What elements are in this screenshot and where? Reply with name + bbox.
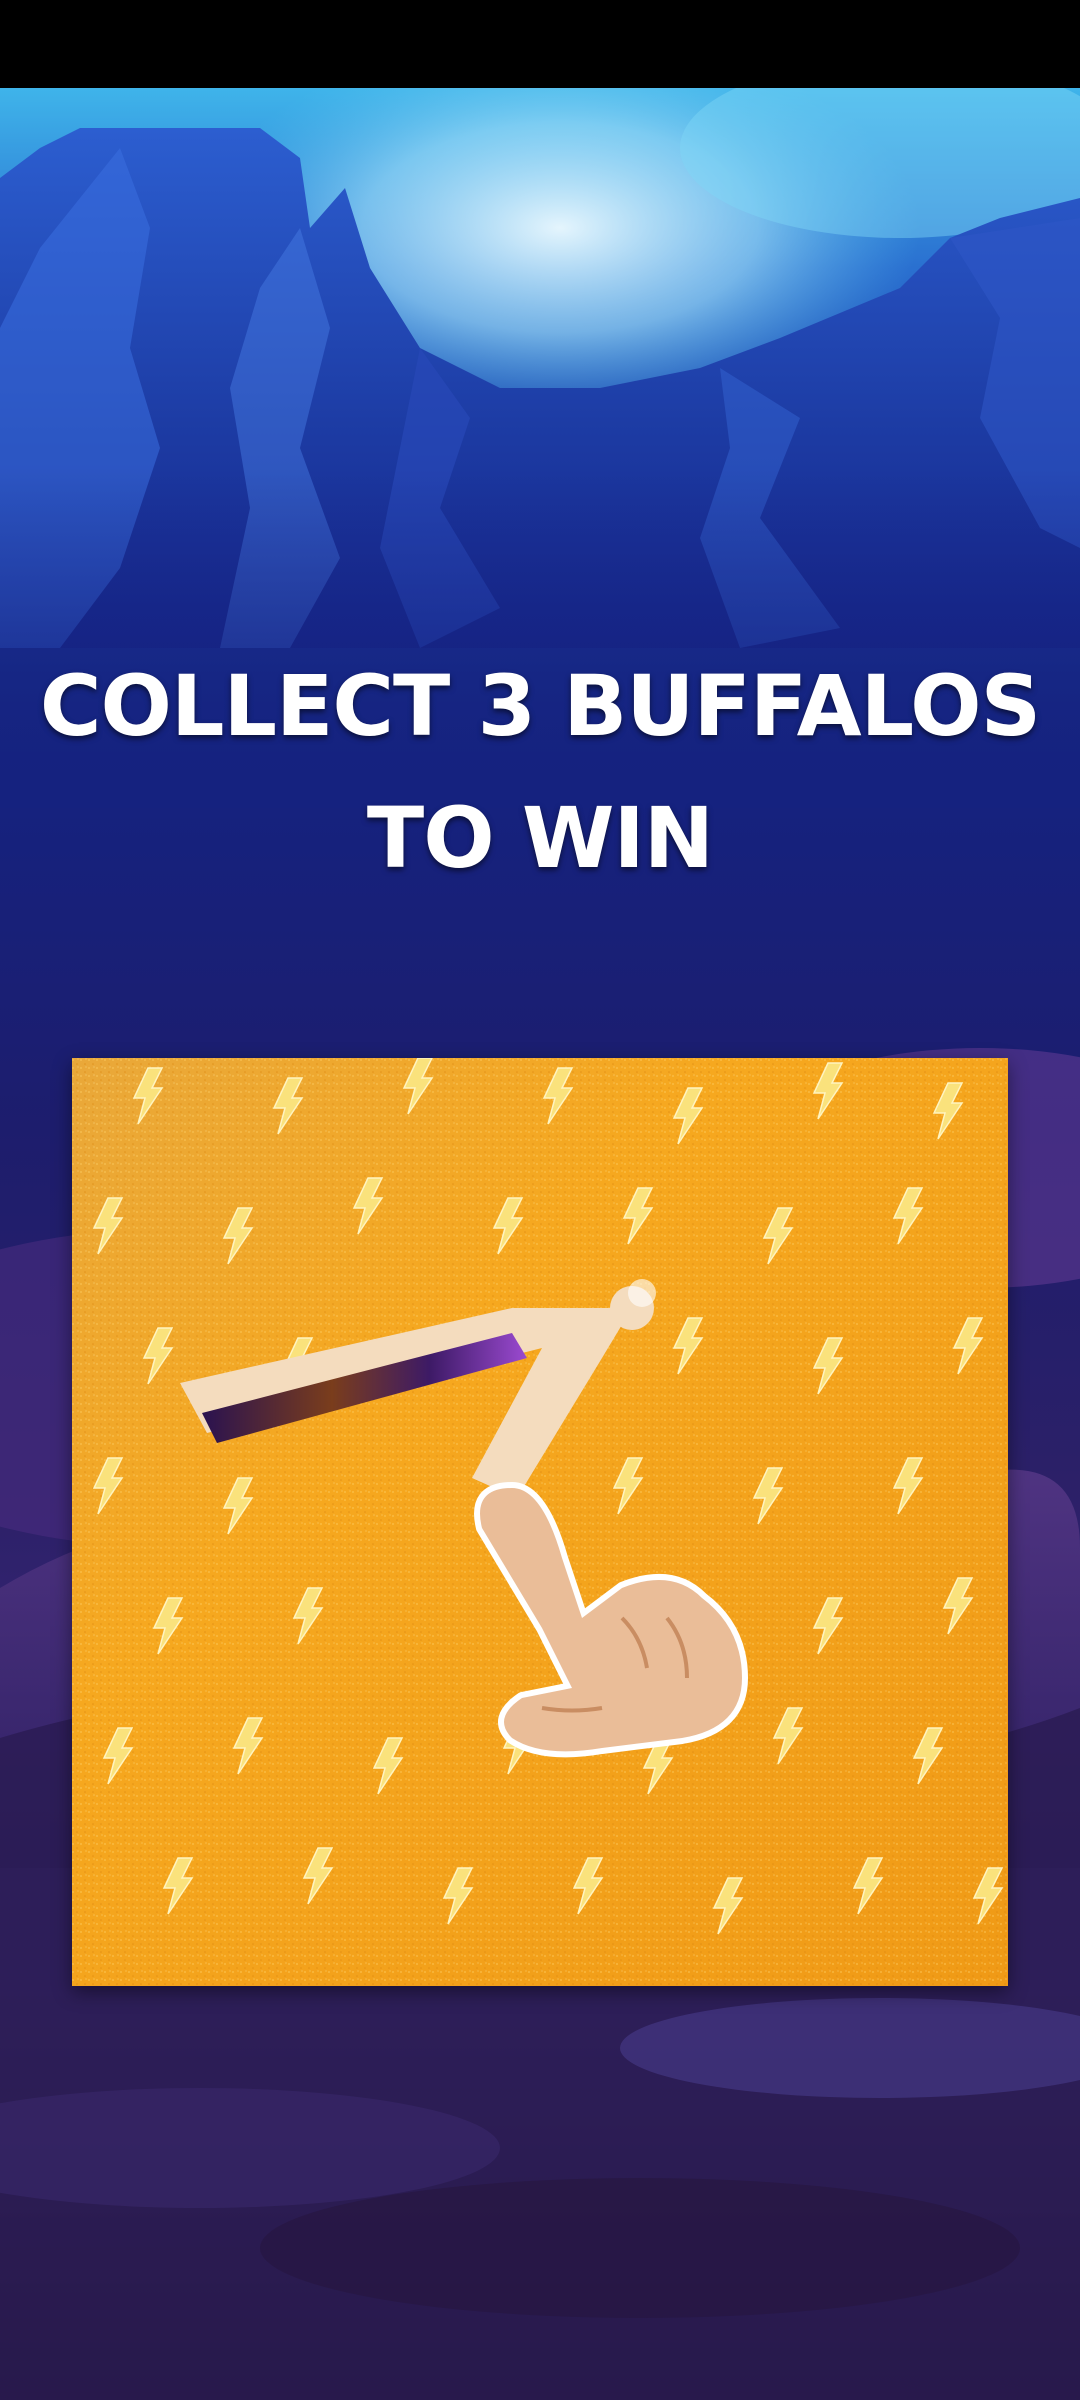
instruction-title: COLLECT 3 BUFFALOS TO WIN — [0, 640, 1080, 904]
scratch-card[interactable] — [72, 1058, 1008, 1986]
instruction-title-line1: COLLECT 3 BUFFALOS — [39, 657, 1041, 755]
scratch-surface[interactable] — [72, 1058, 1008, 1986]
game-screen: COLLECT 3 BUFFALOS TO WIN — [0, 0, 1080, 2400]
status-bar — [0, 0, 1080, 88]
instruction-title-line2: TO WIN — [366, 789, 714, 887]
